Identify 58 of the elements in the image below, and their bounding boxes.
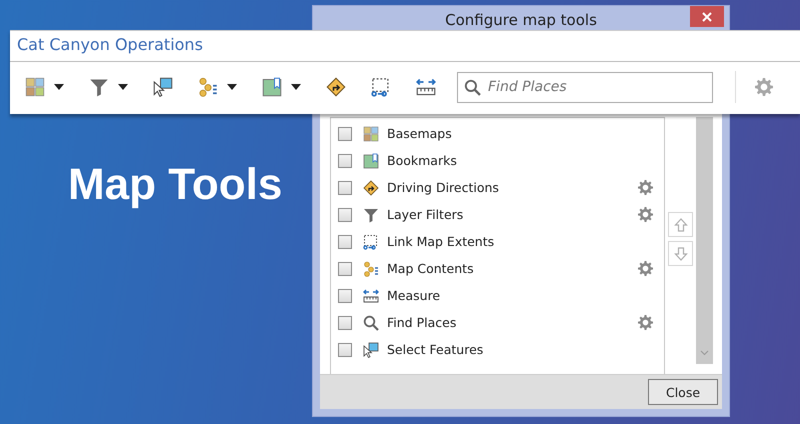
road-sign-icon[interactable] — [326, 77, 346, 97]
funnel-icon[interactable] — [89, 77, 109, 97]
move-up-button[interactable] — [668, 212, 693, 237]
tool-label: Map Contents — [387, 261, 474, 276]
checkbox[interactable] — [338, 288, 352, 302]
arrow-down-icon — [674, 246, 688, 260]
tool-label: Link Map Extents — [387, 234, 494, 249]
search-icon — [464, 78, 481, 96]
close-icon — [702, 12, 712, 22]
settings-icon[interactable] — [638, 261, 653, 276]
tool-label: Driving Directions — [387, 180, 499, 195]
grid-icon[interactable] — [25, 77, 45, 97]
checkbox[interactable] — [338, 154, 352, 168]
tool-label: Select Features — [387, 342, 484, 357]
search-icon — [363, 314, 379, 330]
ruler-icon — [363, 288, 379, 304]
checkbox[interactable] — [338, 342, 352, 356]
close-button[interactable] — [690, 6, 724, 27]
caret-icon[interactable] — [118, 84, 128, 90]
tool-label: Bookmarks — [387, 153, 457, 168]
settings-icon[interactable] — [638, 180, 653, 195]
checkbox[interactable] — [338, 208, 352, 222]
search-field[interactable]: Find Places — [457, 72, 713, 102]
app-title: Cat Canyon Operations — [10, 31, 800, 62]
cursor-icon — [363, 342, 379, 358]
checkbox[interactable] — [338, 126, 352, 140]
tree-icon — [363, 260, 379, 276]
chevron-down-icon — [700, 350, 709, 356]
road-sign-icon — [363, 180, 379, 196]
settings-icon[interactable] — [755, 78, 773, 96]
tool-label: Basemaps — [387, 126, 452, 141]
close-dialog-button[interactable]: Close — [648, 379, 718, 405]
map-icon[interactable] — [262, 77, 282, 97]
link-icon — [363, 234, 379, 250]
map-icon — [363, 152, 379, 168]
tool-label: Find Places — [387, 315, 456, 330]
slide-heading: Map Tools — [68, 160, 282, 210]
checkbox[interactable] — [338, 262, 352, 276]
settings-icon[interactable] — [638, 207, 653, 222]
link-icon[interactable] — [371, 77, 391, 97]
tool-label: Layer Filters — [387, 207, 464, 222]
funnel-icon — [363, 206, 379, 222]
tree-icon[interactable] — [198, 77, 218, 97]
dialog-title: Configure map tools — [445, 11, 597, 29]
scrollbar[interactable] — [696, 117, 713, 364]
arrow-up-icon — [674, 218, 688, 232]
grid-icon — [363, 126, 379, 142]
tool-label: Measure — [387, 288, 440, 303]
checkbox[interactable] — [338, 234, 352, 248]
ruler-icon[interactable] — [416, 77, 436, 97]
caret-icon[interactable] — [227, 84, 237, 90]
settings-icon[interactable] — [638, 315, 653, 330]
checkbox[interactable] — [338, 316, 352, 330]
caret-icon[interactable] — [291, 84, 301, 90]
cursor-icon[interactable] — [153, 77, 173, 97]
caret-icon[interactable] — [54, 84, 64, 90]
move-down-button[interactable] — [668, 241, 693, 266]
checkbox[interactable] — [338, 180, 352, 194]
